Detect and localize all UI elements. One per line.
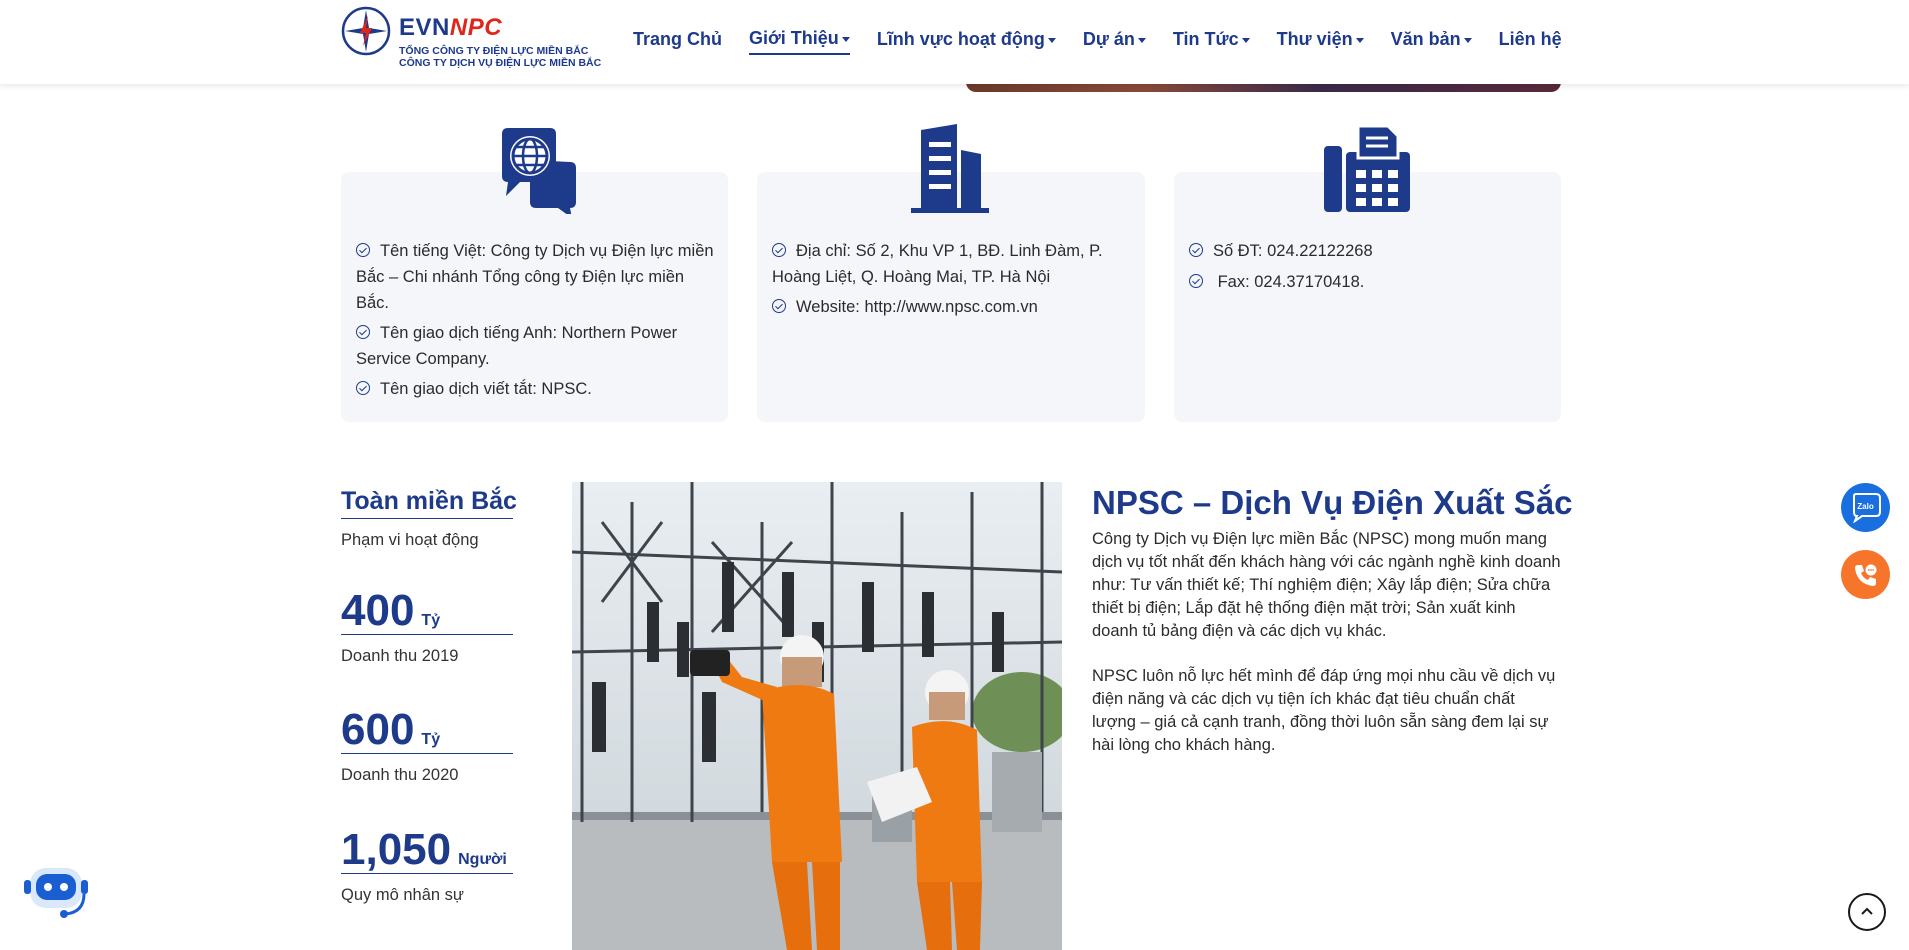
chevron-down-icon [1241,38,1250,43]
zalo-label: Zalo [1857,501,1874,511]
building-icon [911,124,989,213]
check-circle-icon [356,243,370,257]
scroll-to-top-button[interactable] [1848,893,1886,931]
stat-value: 400 [341,586,415,635]
list-item: Địa chỉ: Số 2, Khu VP 1, BĐ. Linh Đàm, P… [772,242,1103,286]
chevron-down-icon [1137,38,1146,43]
nav-item-library[interactable]: Thư viện [1277,28,1364,55]
stat-staff: 1,050 Người Quy mô nhân sự [341,827,513,905]
chevron-down-icon [841,37,850,42]
list-item: Tên giao dịch tiếng Anh: Northern Power … [356,324,678,368]
check-circle-icon [356,325,370,339]
stat-value: Toàn miền Bắc [341,487,517,515]
phone-call-button[interactable] [1841,550,1890,599]
main-nav: Trang Chủ Giới Thiệu Lĩnh vực hoạt động … [633,28,1589,55]
fax-icon [1324,124,1410,212]
nav-item-news[interactable]: Tin Tức [1173,28,1250,55]
chevron-up-icon [1861,907,1873,915]
stat-unit: Người [458,851,507,868]
list-item: Fax: 024.37170418. [1189,269,1551,295]
about-paragraph-1: Công ty Dịch vụ Điện lực miền Bắc (NPSC)… [1092,530,1561,640]
list-item: Website: http://www.npsc.com.vn [772,294,1134,320]
check-circle-icon [356,381,370,395]
stat-label: Phạm vi hoạt động [341,531,479,549]
phone-icon [1854,564,1876,586]
nav-item-projects[interactable]: Dự án [1083,28,1146,55]
info-list-address: Địa chỉ: Số 2, Khu VP 1, BĐ. Linh Đàm, P… [772,238,1134,324]
stat-revenue-2019: 400 Tỷ Doanh thu 2019 [341,588,513,666]
chevron-down-icon [1463,38,1472,43]
stat-value: 600 [341,705,415,754]
nav-item-contact[interactable]: Liên hệ [1499,28,1562,55]
site-logo[interactable]: EVNNPC TỔNG CÔNG TY ĐIỆN LỰC MIỀN BẮC CÔ… [341,6,601,69]
logo-subtitle-1: TỔNG CÔNG TY ĐIỆN LỰC MIỀN BẮC [399,45,589,57]
stat-scope: Toàn miền Bắc Phạm vi hoạt động [341,484,517,550]
globe-chat-icon [502,128,576,214]
about-title: NPSC – Dịch Vụ Điện Xuất Sắc [1092,484,1573,521]
check-circle-icon [1189,243,1203,257]
nav-item-about[interactable]: Giới Thiệu [749,28,850,55]
site-header: EVNNPC TỔNG CÔNG TY ĐIỆN LỰC MIỀN BẮC CÔ… [0,0,1909,84]
workers-substation-photo [572,482,1062,950]
nav-item-fields[interactable]: Lĩnh vực hoạt động [877,28,1056,55]
logo-subtitle-2: CÔNG TY DỊCH VỤ ĐIỆN LỰC MIỀN BẮC [399,57,602,69]
check-circle-icon [772,243,786,257]
chevron-down-icon [1355,38,1364,43]
stat-unit: Tỷ [421,731,441,748]
about-paragraph-2: NPSC luôn nỗ lực hết mình để đáp ứng mọi… [1092,667,1556,754]
chevron-down-icon [1047,38,1056,43]
check-circle-icon [772,299,786,313]
info-list-contact: Số ĐT: 024.22122268 Fax: 024.37170418. [1189,238,1551,299]
zalo-button[interactable]: Zalo [1841,483,1890,532]
stat-label: Doanh thu 2020 [341,766,459,784]
stat-label: Doanh thu 2019 [341,647,459,665]
info-list-name: Tên tiếng Việt: Công ty Dịch vụ Điện lực… [356,238,716,406]
list-item: Số ĐT: 024.22122268 [1189,238,1551,264]
check-circle-icon [1189,274,1203,288]
logo-brand: EVNNPC [399,14,503,41]
stat-revenue-2020: 600 Tỷ Doanh thu 2020 [341,707,513,785]
stat-label: Quy mô nhân sự [341,886,464,904]
evn-logo-icon [341,6,391,56]
chatbot-robot-icon[interactable] [22,862,90,920]
list-item: Tên tiếng Việt: Công ty Dịch vụ Điện lực… [356,242,714,312]
nav-item-home[interactable]: Trang Chủ [633,28,722,55]
nav-item-documents[interactable]: Văn bản [1391,28,1472,55]
stat-unit: Tỷ [421,612,441,629]
stat-value: 1,050 [341,825,452,874]
list-item: Tên giao dịch viết tắt: NPSC. [356,376,716,402]
